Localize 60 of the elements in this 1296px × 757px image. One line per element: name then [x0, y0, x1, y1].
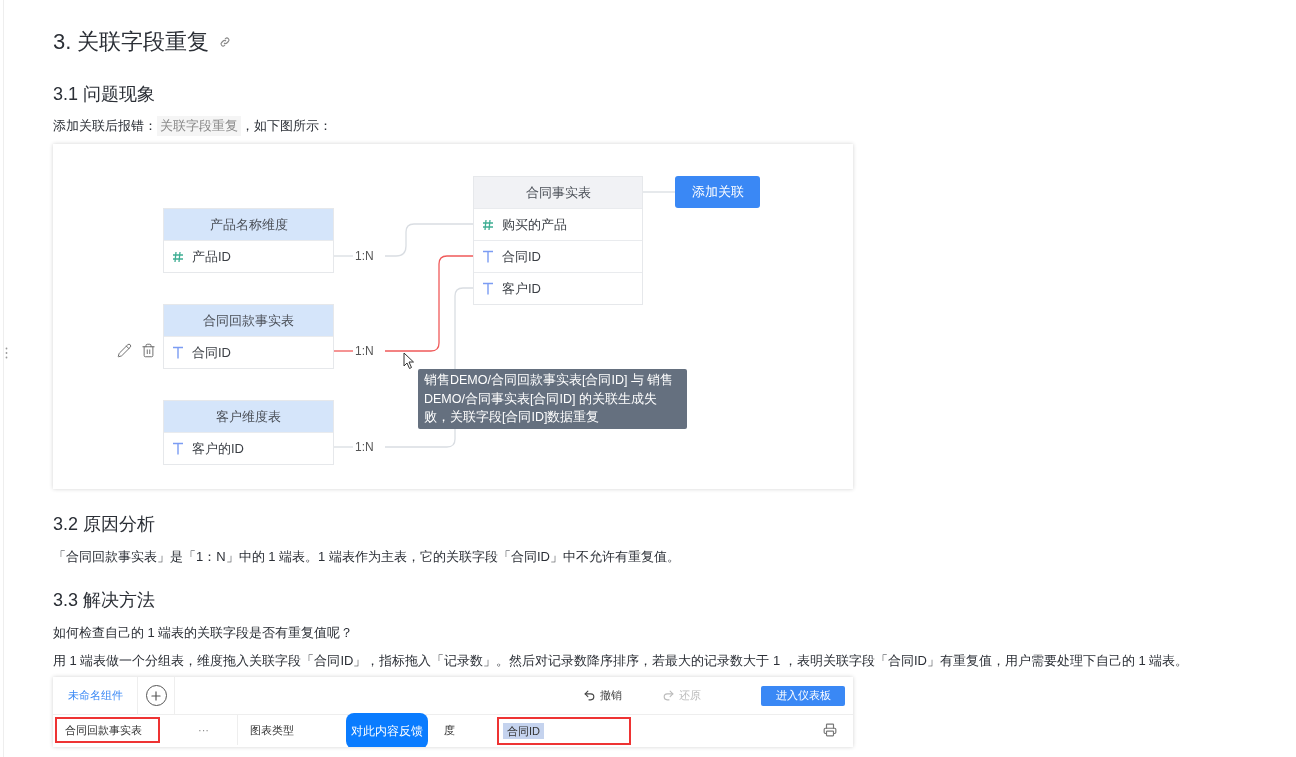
table-node[interactable]: 产品名称维度 产品ID [163, 208, 334, 273]
relation-label: 1:N [355, 250, 374, 262]
undo-button[interactable]: 撤销 [583, 687, 622, 704]
paragraph: 「合同回款事实表」是「1：N」中的 1 端表。1 端表作为主表，它的关联字段「合同ID」中不允许有重复值。 [53, 548, 681, 566]
component-tab[interactable]: 未命名组件 [53, 687, 137, 704]
subsection-heading: 3.3 解决方法 [53, 589, 157, 612]
table-name: 合同回款事实表 [164, 305, 333, 336]
inline-code: 关联字段重复 [157, 116, 241, 136]
dimension-label: 度 [444, 722, 455, 738]
hash-icon [172, 250, 184, 263]
plus-icon [149, 688, 163, 703]
link-icon[interactable] [219, 36, 232, 48]
text-type-icon [172, 442, 184, 455]
subsection-heading: 3.2 原因分析 [53, 513, 157, 536]
table-name: 产品名称维度 [164, 209, 333, 240]
table-node[interactable]: 客户维度表 客户的ID [163, 400, 334, 465]
table-node[interactable]: 合同回款事实表 合同ID [163, 304, 334, 369]
relation-label: 1:N [355, 345, 374, 357]
mouse-cursor-icon [403, 352, 415, 370]
field-name: 产品ID [192, 247, 231, 266]
field-name: 购买的产品 [502, 215, 567, 234]
hash-icon [482, 218, 494, 231]
field-row[interactable]: 购买的产品 [474, 208, 642, 240]
trash-icon[interactable] [141, 343, 156, 358]
table-selector[interactable]: 合同回款事实表 [55, 717, 160, 743]
field-name: 合同ID [502, 247, 541, 266]
relation-line[interactable] [333, 350, 354, 352]
field-row[interactable]: 产品ID [164, 240, 333, 272]
field-name: 客户ID [502, 279, 541, 298]
intro-text: ，如下图所示： [241, 117, 332, 135]
field-row[interactable]: 客户的ID [164, 432, 333, 464]
text-type-icon [482, 250, 494, 263]
text-type-icon [482, 282, 494, 295]
table-name: 合同事实表 [474, 177, 642, 208]
drag-handle-icon[interactable] [5, 347, 8, 359]
field-name: 合同ID [192, 343, 231, 362]
paragraph: 如何检查自己的 1 端表的关联字段是否有重复值呢？ [53, 624, 355, 642]
intro-text: 添加关联后报错： [53, 117, 157, 135]
relation-line[interactable] [384, 255, 474, 352]
field-drop-zone[interactable]: 合同ID [497, 717, 631, 745]
relation-label: 1:N [355, 441, 374, 453]
text-type-icon [172, 346, 184, 359]
field-row[interactable]: 合同ID [164, 336, 333, 368]
error-tooltip: 销售DEMO/合同回款事实表[合同ID] 与 销售DEMO/合同事实表[合同ID] 的关联生成失败，关联字段[合同ID]数据重复 [418, 369, 687, 429]
field-chip[interactable]: 合同ID [503, 722, 544, 740]
printer-icon[interactable] [823, 723, 837, 737]
field-name: 客户的ID [192, 439, 244, 458]
table-name: 客户维度表 [164, 401, 333, 432]
redo-icon [662, 689, 675, 702]
chart-type-label: 图表类型 [237, 715, 294, 745]
field-row[interactable]: 合同ID [474, 240, 642, 272]
more-menu[interactable]: ··· [198, 721, 209, 739]
section-heading: 3. 关联字段重复 [53, 28, 210, 56]
edit-icon[interactable] [117, 343, 132, 358]
field-row[interactable]: 客户ID [474, 272, 642, 304]
paragraph: 用 1 端表做一个分组表，维度拖入关联字段「合同ID」，指标拖入「记录数」。然后对记录数降序排序，若最大的记录数大于 1 ，表明关联字段「合同ID」有重复值，用户需要处理下自己的 1 端表。 [53, 652, 1190, 670]
subsection-heading: 3.1 问题现象 [53, 83, 157, 106]
undo-icon [583, 689, 596, 702]
table-node[interactable]: 合同事实表 购买的产品 合同ID 客户ID [473, 176, 643, 305]
feedback-button[interactable]: 对此内容反馈 [346, 713, 428, 747]
